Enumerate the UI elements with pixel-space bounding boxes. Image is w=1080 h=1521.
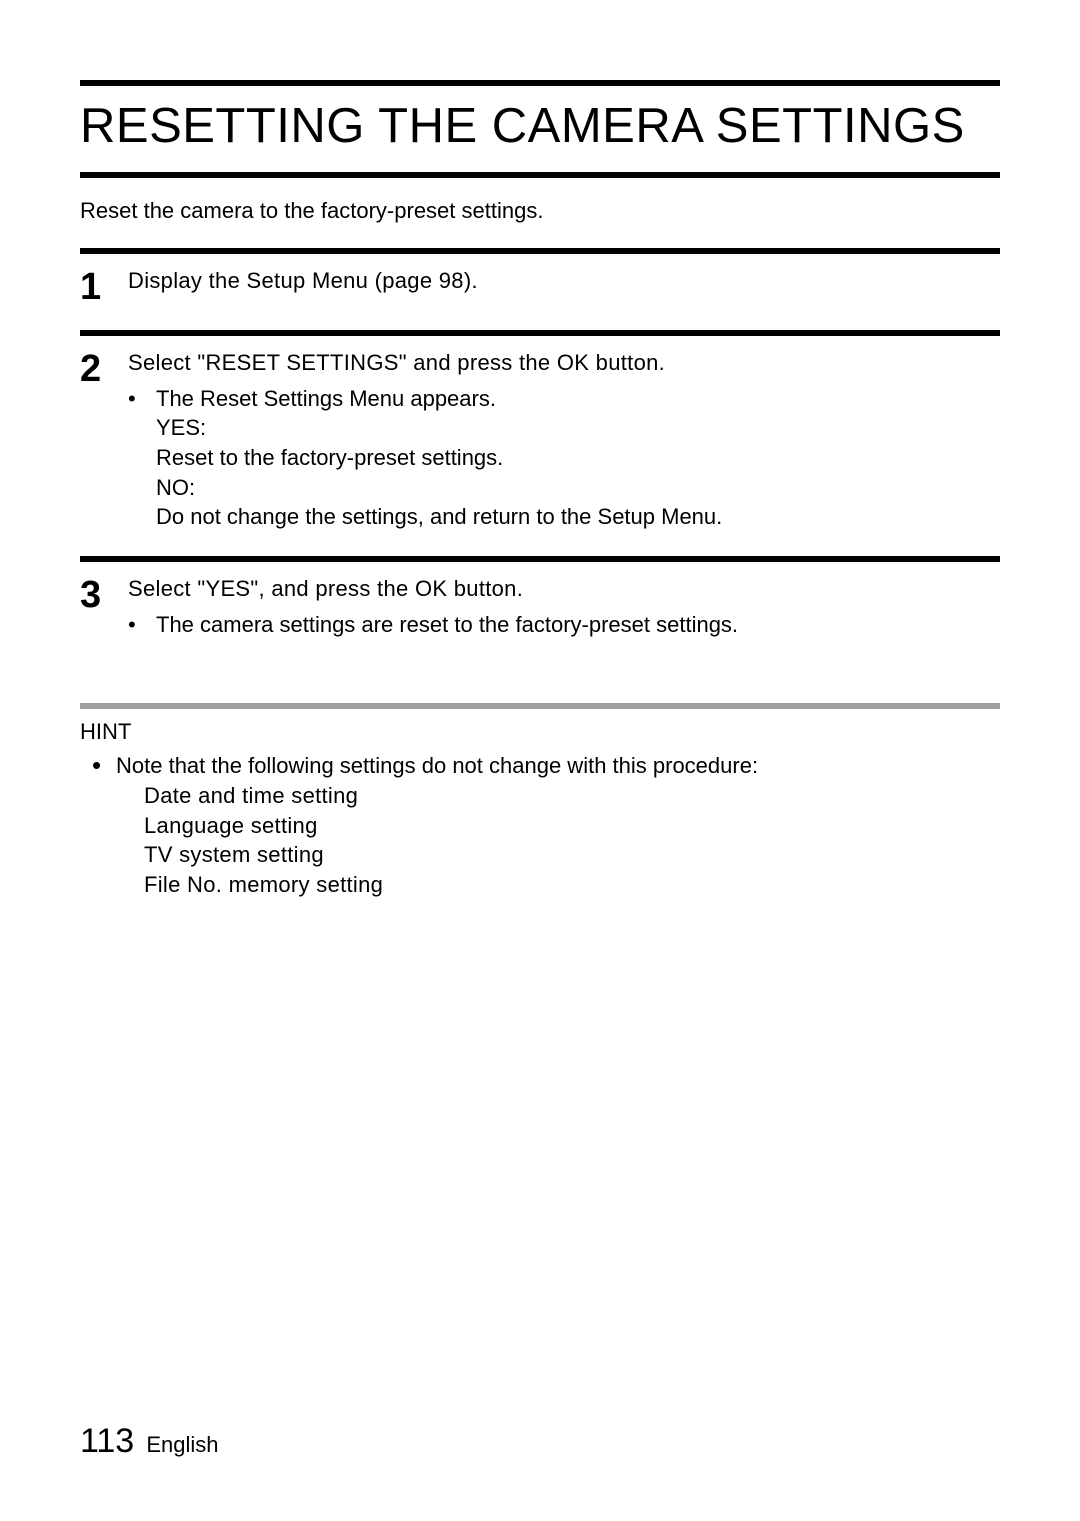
page-number: 113	[80, 1422, 134, 1460]
hint-item: TV system setting	[144, 840, 1000, 870]
hint-item: Language setting	[144, 811, 1000, 841]
hint-lead: Note that the following settings do not …	[116, 751, 1000, 781]
bullet-icon: •	[128, 610, 156, 640]
hint-sublines: Date and time setting Language setting T…	[116, 781, 1000, 900]
hint-separator	[80, 703, 1000, 709]
bullet-icon: •	[128, 384, 156, 532]
step-number: 2	[80, 348, 128, 388]
hint-body: Note that the following settings do not …	[116, 751, 1000, 899]
step-sub-line: Do not change the settings, and return t…	[156, 502, 1000, 532]
hint-bullet: • Note that the following settings do no…	[80, 751, 1000, 899]
step-3: 3 Select "YES", and press the OK button.…	[80, 556, 1000, 663]
page-title: RESETTING THE CAMERA SETTINGS	[80, 100, 1000, 154]
step-sub-lines: The Reset Settings Menu appears. YES: Re…	[156, 384, 1000, 532]
step-sub-line: YES:	[156, 413, 1000, 443]
hint-item: File No. memory setting	[144, 870, 1000, 900]
step-2: 2 Select "RESET SETTINGS" and press the …	[80, 330, 1000, 556]
step-instruction: Display the Setup Menu (page 98).	[128, 266, 1000, 296]
step-sub-line: NO:	[156, 473, 1000, 503]
step-sub-lines: The camera settings are reset to the fac…	[156, 610, 1000, 640]
step-sub-bullet: • The Reset Settings Menu appears. YES: …	[128, 384, 1000, 532]
step-instruction: Select "RESET SETTINGS" and press the OK…	[128, 348, 1000, 378]
step-body: Display the Setup Menu (page 98).	[128, 266, 1000, 296]
step-number: 3	[80, 574, 128, 614]
step-number: 1	[80, 266, 128, 306]
step-sub-line: Reset to the factory-preset settings.	[156, 443, 1000, 473]
step-sub-line: The Reset Settings Menu appears.	[156, 384, 1000, 414]
page-footer: 113 English	[80, 1422, 219, 1461]
hint-item: Date and time setting	[144, 781, 1000, 811]
heading-wrap: RESETTING THE CAMERA SETTINGS	[80, 80, 1000, 178]
step-sub-bullet: • The camera settings are reset to the f…	[128, 610, 1000, 640]
step-body: Select "YES", and press the OK button. •…	[128, 574, 1000, 639]
bullet-icon: •	[92, 751, 116, 899]
step-sub-line: The camera settings are reset to the fac…	[156, 610, 1000, 640]
hint-label: HINT	[80, 719, 1000, 745]
intro-text: Reset the camera to the factory-preset s…	[80, 198, 1000, 224]
step-instruction: Select "YES", and press the OK button.	[128, 574, 1000, 604]
step-body: Select "RESET SETTINGS" and press the OK…	[128, 348, 1000, 532]
manual-page: RESETTING THE CAMERA SETTINGS Reset the …	[0, 0, 1080, 1521]
page-language: English	[146, 1432, 218, 1457]
step-1: 1 Display the Setup Menu (page 98).	[80, 248, 1000, 330]
